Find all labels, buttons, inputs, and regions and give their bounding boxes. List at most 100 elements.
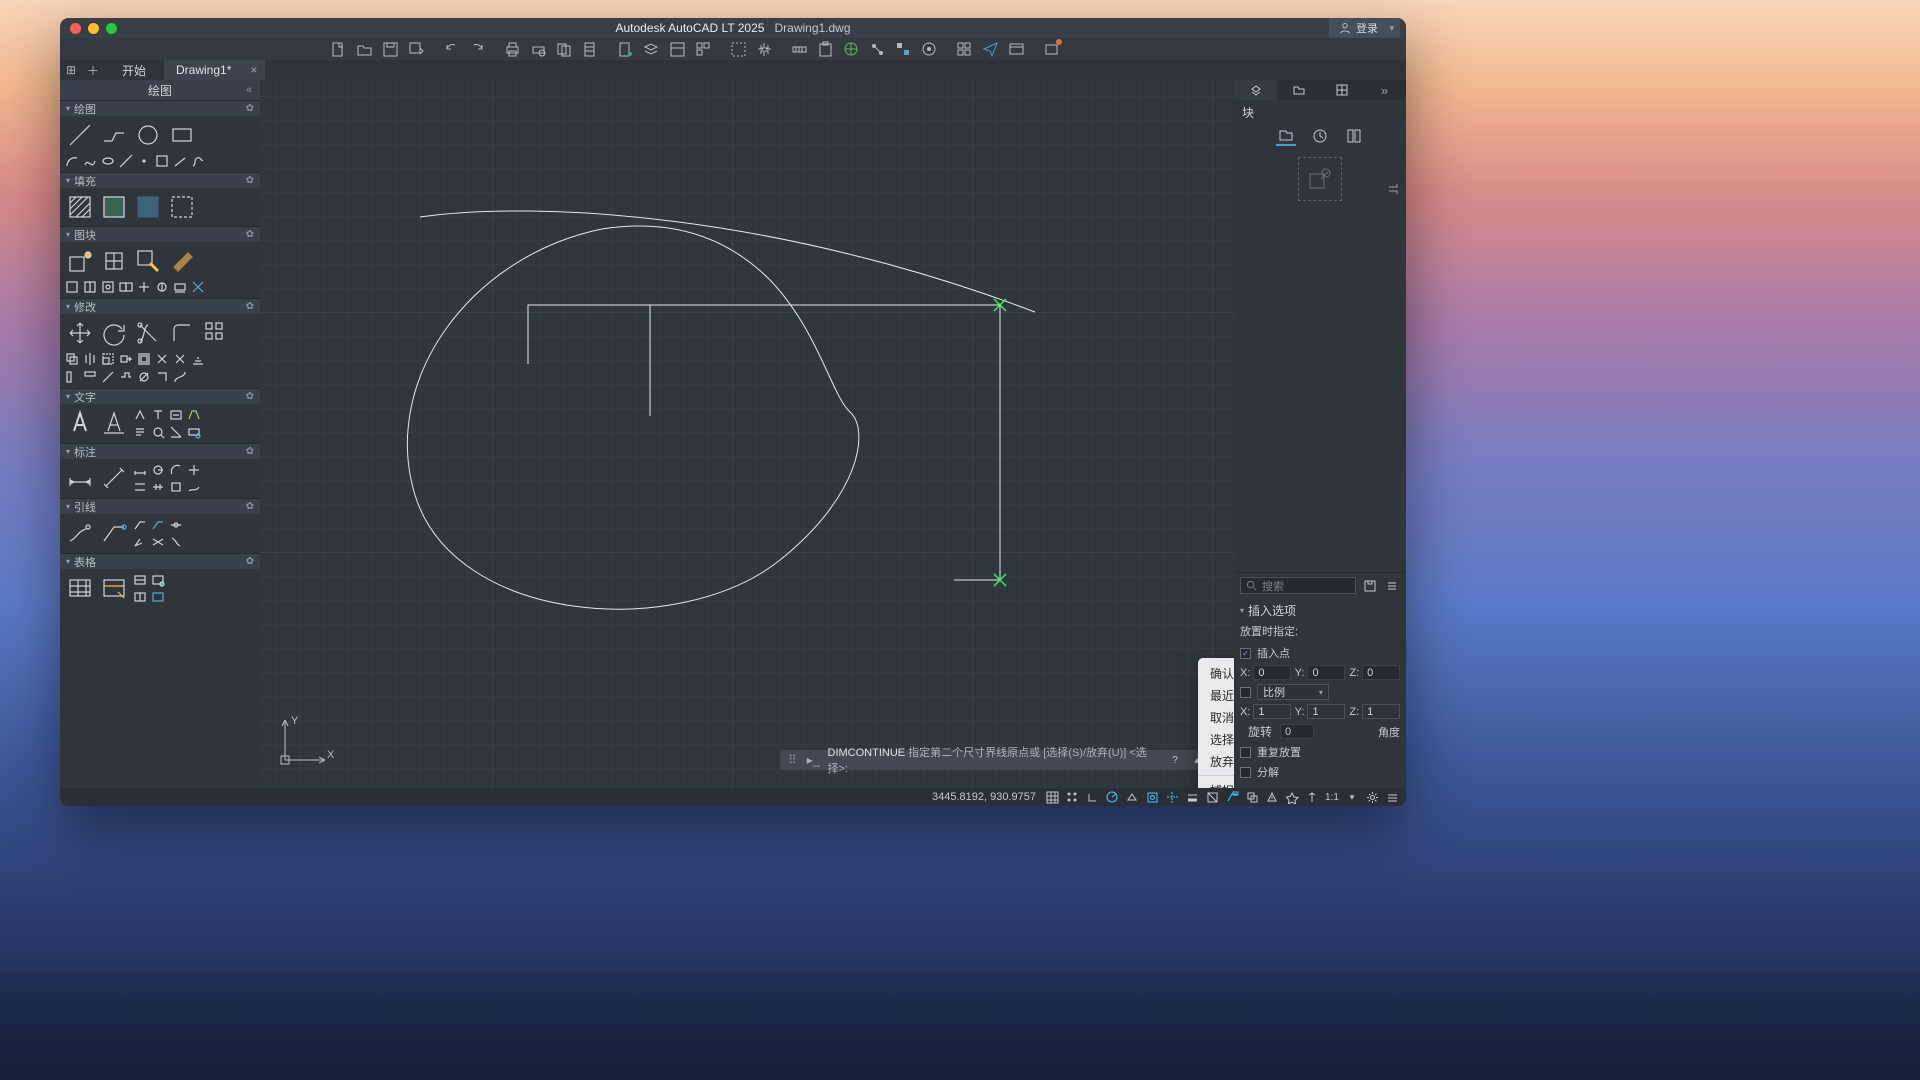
section-modify[interactable]: 修改 (60, 299, 260, 314)
helix-icon[interactable] (190, 153, 206, 169)
blk-7-icon[interactable] (172, 279, 188, 295)
close-icon[interactable] (70, 23, 81, 34)
new-file-icon[interactable] (330, 41, 347, 58)
table-edit-icon[interactable] (98, 572, 130, 604)
sb-cycle-icon[interactable] (1244, 789, 1260, 805)
section-table[interactable]: 表格 (60, 554, 260, 569)
rp-sync-icon[interactable] (1362, 578, 1378, 594)
t6-icon[interactable] (150, 424, 166, 440)
sb-lwt-icon[interactable] (1184, 789, 1200, 805)
edit-block-icon[interactable] (132, 245, 164, 277)
rp-insertpt-checkbox[interactable] (1240, 648, 1251, 659)
create-block-icon[interactable] (98, 245, 130, 277)
dim-linear-icon[interactable] (64, 462, 96, 494)
sb-annovis-icon[interactable] (1304, 789, 1320, 805)
ctx-select[interactable]: 选择 (S) (1198, 728, 1234, 750)
d3-icon[interactable] (168, 462, 184, 478)
mod-b-icon[interactable] (82, 369, 98, 385)
print-icon[interactable] (504, 41, 521, 58)
polyline-icon[interactable] (98, 119, 130, 151)
rp-tab-blocks[interactable] (1234, 80, 1277, 100)
ctx-recent[interactable]: 最近的输入 (1198, 684, 1234, 706)
l6-icon[interactable] (168, 534, 184, 550)
d5-icon[interactable] (132, 479, 148, 495)
pan-icon[interactable] (756, 41, 773, 58)
array-icon[interactable] (200, 317, 232, 349)
gradient-icon[interactable] (98, 191, 130, 223)
t5-icon[interactable] (132, 424, 148, 440)
line-icon[interactable] (64, 119, 96, 151)
ctx-confirm[interactable]: 确认 (1198, 662, 1234, 684)
tab-grid-icon[interactable]: ⊞ (60, 60, 82, 80)
fillet-icon[interactable] (166, 317, 198, 349)
rp-explode-row[interactable]: 分解 (1240, 762, 1400, 782)
section-dim[interactable]: 标注 (60, 444, 260, 459)
tb1-icon[interactable] (132, 572, 148, 588)
d7-icon[interactable] (168, 479, 184, 495)
cmd-help-icon[interactable]: ? (1168, 753, 1182, 767)
rp-scale-row[interactable]: 比例 (1240, 682, 1400, 702)
rp-recent-icon[interactable] (1310, 126, 1330, 146)
d2-icon[interactable] (150, 462, 166, 478)
hatch-icon[interactable] (64, 191, 96, 223)
rp-current-dwg-icon[interactable] (1276, 126, 1296, 146)
text-icon[interactable] (98, 407, 130, 439)
rp-x1[interactable]: 1 (1253, 704, 1290, 719)
rp-favorites-icon[interactable] (1344, 126, 1364, 146)
saveas-icon[interactable] (408, 41, 425, 58)
tab-drawing1[interactable]: Drawing1* (164, 60, 265, 80)
maximize-icon[interactable] (106, 23, 117, 34)
rp-z1[interactable]: 1 (1362, 704, 1400, 719)
rp-y1[interactable]: 1 (1307, 704, 1345, 719)
rp-list-icon[interactable] (1384, 578, 1400, 594)
l4-icon[interactable] (132, 534, 148, 550)
ctx-discard[interactable]: 放弃 (U) (1198, 750, 1234, 772)
undo-icon[interactable] (443, 41, 460, 58)
web-icon[interactable] (1008, 41, 1025, 58)
offset-icon[interactable] (136, 351, 152, 367)
rp-scale-checkbox[interactable] (1240, 687, 1251, 698)
mirror-icon[interactable] (82, 351, 98, 367)
coords-readout[interactable]: 3445.8192, 930.9757 (924, 791, 1044, 803)
properties-icon[interactable] (669, 41, 686, 58)
section-fill[interactable]: 填充 (60, 173, 260, 188)
cmd-handle-icon[interactable]: ⠿ (788, 753, 799, 767)
batch-plot-icon[interactable] (556, 41, 573, 58)
tab-start[interactable]: 开始 (104, 60, 164, 80)
point-icon[interactable] (136, 153, 152, 169)
copy-icon[interactable] (64, 351, 80, 367)
d1-icon[interactable] (132, 462, 148, 478)
section-text[interactable]: 文字 (60, 389, 260, 404)
align-icon[interactable] (190, 351, 206, 367)
mleader-icon[interactable] (64, 517, 96, 549)
sb-otrack-icon[interactable] (1164, 789, 1180, 805)
t4-icon[interactable] (186, 407, 202, 423)
sb-dropdown-icon[interactable]: ▾ (1344, 789, 1360, 805)
sb-iso-icon[interactable] (1124, 789, 1140, 805)
sheet-set-icon[interactable] (617, 41, 634, 58)
sb-osnap-icon[interactable] (1144, 789, 1160, 805)
l5-icon[interactable] (150, 534, 166, 550)
app-store-icon[interactable] (956, 41, 973, 58)
publish-icon[interactable] (582, 41, 599, 58)
ctx-snap-override[interactable]: 捕捉替代 (1198, 775, 1234, 788)
ray-icon[interactable] (172, 153, 188, 169)
command-line[interactable]: ⠿ ▸_ DIMCONTINUE 指定第二个尺寸界线原点或 [选择(S)/放弃(… (780, 750, 1234, 770)
open-file-icon[interactable] (356, 41, 373, 58)
spline-icon[interactable] (82, 153, 98, 169)
mod-f-icon[interactable] (154, 369, 170, 385)
rp-options-header[interactable]: 插入选项 (1240, 600, 1400, 621)
rectangle-icon[interactable] (166, 119, 198, 151)
d8-icon[interactable] (186, 479, 202, 495)
tab-add-icon[interactable]: ＋ (82, 60, 104, 80)
t1-icon[interactable] (132, 407, 148, 423)
mtext-icon[interactable] (64, 407, 96, 439)
rotate-icon[interactable] (98, 317, 130, 349)
rp-repeat-checkbox[interactable] (1240, 747, 1251, 758)
compare-icon[interactable] (921, 41, 938, 58)
rp-tab-grid[interactable] (1320, 80, 1363, 100)
stretch-icon[interactable] (118, 351, 134, 367)
blk-8-icon[interactable] (190, 279, 206, 295)
rp-block-preview[interactable] (1298, 157, 1342, 201)
xline-icon[interactable] (118, 153, 134, 169)
